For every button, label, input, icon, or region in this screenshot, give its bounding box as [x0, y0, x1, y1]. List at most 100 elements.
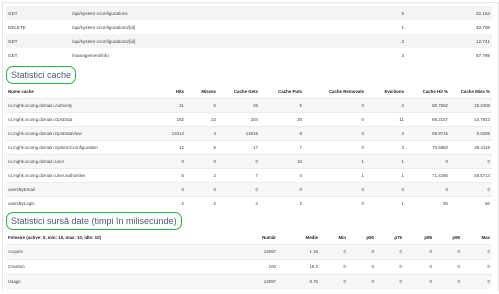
- cell-value: 0: [445, 186, 448, 192]
- cell-value: 5: [181, 172, 184, 178]
- cell-value: 28.5714: [474, 172, 490, 178]
- cell-value: 0: [181, 186, 184, 192]
- cell-value: 0: [361, 186, 364, 192]
- cell-value: 1.18: [309, 249, 318, 254]
- cell-value: 7: [255, 172, 258, 178]
- cell-value: 0: [371, 264, 374, 269]
- cell-value: 9.75: [309, 279, 318, 285]
- table-row: Usage 14097 9.75 0 0 0 0 0 0: [6, 274, 492, 289]
- cell-value: 0: [399, 249, 402, 254]
- row-label: ro.mghk.vcomg.domain.User: [8, 158, 65, 164]
- table-row: Creation 100 18.3 0 0 0 0 0 0: [6, 259, 492, 274]
- cell-value: 2: [213, 172, 216, 178]
- cell-value: 0: [399, 264, 402, 269]
- cell-value: 0: [445, 158, 448, 164]
- row-label: ro.mghk.vcomg.domain.SystemCconfiguratio…: [8, 144, 98, 150]
- column-header: Medie: [305, 234, 318, 240]
- cell-value: 0: [487, 264, 490, 269]
- cell-value: 0: [457, 249, 460, 254]
- column-header: Cache Puts: [278, 89, 302, 95]
- cell-value: 4: [299, 172, 302, 178]
- http-method: GET: [8, 10, 18, 16]
- cell-value: 0: [343, 279, 346, 285]
- cell-value: 5: [299, 102, 302, 108]
- http-path: /management/info: [72, 52, 109, 58]
- datasource-stats-table: Folosire (active: 0, min: 10, max: 10, i…: [6, 231, 492, 289]
- column-header: Număr: [262, 234, 276, 240]
- table-row: GET /api/system-cconfigurations 5 22.104: [6, 6, 492, 20]
- row-label: Creation: [8, 264, 25, 269]
- cell-value: 3: [401, 130, 404, 136]
- metrics-page: GET /api/system-cconfigurations 5 22.104…: [0, 0, 499, 294]
- cell-value: 0: [361, 102, 364, 108]
- cell-value: 3: [401, 144, 404, 150]
- cell-value: 4: [255, 200, 258, 206]
- table-row: DELETE /api/system-cconfigurations/{id} …: [6, 20, 492, 34]
- column-header: p99: [452, 234, 460, 240]
- cell-value: 0.0285: [476, 130, 490, 136]
- cell-value: 0: [343, 249, 346, 254]
- table-row: ro.mghk.vcomg.domain.User 0 0 0 10 1 1 0 0: [6, 154, 492, 168]
- cell-value: 10: [297, 158, 302, 164]
- table-row: GET /api/system-cconfigurations/{id} 2 1…: [6, 34, 492, 48]
- column-header: Hits: [175, 89, 184, 95]
- cell-value: 0: [457, 279, 460, 285]
- row-label: usersByLogin: [8, 200, 35, 206]
- cell-value: 14097: [263, 279, 276, 285]
- cell-value: 1: [401, 158, 404, 164]
- http-requests-table: GET /api/system-cconfigurations 5 22.104…: [6, 6, 492, 62]
- table-row: Acquire 14097 1.18 0 0 0 0 0 0: [6, 244, 492, 259]
- cell-value: 50: [485, 200, 490, 206]
- cell-value: 0: [361, 130, 364, 136]
- cell-value: 0: [429, 264, 432, 269]
- cell-value: 21: [179, 102, 184, 108]
- column-header: Max: [481, 234, 490, 240]
- cell-value: 14016: [245, 130, 258, 136]
- cell-value: 0: [399, 279, 402, 285]
- cell-value: 0: [429, 249, 432, 254]
- cell-value: 17: [253, 144, 258, 150]
- cell-value: 182: [176, 116, 184, 122]
- cell-value: 2: [401, 102, 404, 108]
- cell-value: 7: [299, 144, 302, 150]
- cache-section-title: Statistici cache: [6, 66, 77, 84]
- http-method: GET: [8, 52, 18, 58]
- cache-stats-table: Nume cache Hits Misses Cache Gets Cache …: [6, 86, 492, 210]
- cell-value: 5: [213, 102, 216, 108]
- cell-value: 0: [213, 186, 216, 192]
- column-header: Folosire (active: 0, min: 10, max: 10, i…: [8, 234, 101, 240]
- cell-value: 5: [213, 144, 216, 150]
- cell-value: 2: [299, 200, 302, 206]
- cell-value: 70.5882: [432, 144, 448, 150]
- cell-value: 0: [361, 144, 364, 150]
- table-row: ro.mghk.vcomg.domain.GpsDataView 14012 4 14…: [6, 126, 492, 140]
- row-label: Usage: [8, 279, 21, 285]
- http-time: 22.104: [475, 10, 490, 16]
- cell-value: 26: [253, 102, 258, 108]
- http-count: 5: [401, 10, 404, 16]
- cell-value: 8: [299, 130, 302, 136]
- http-path: /api/system-cconfigurations/{id}: [72, 24, 136, 30]
- cell-value: 80.7692: [432, 102, 448, 108]
- cell-value: 99.9715: [432, 130, 448, 136]
- column-header: Evictions: [384, 89, 404, 95]
- table-row: ro.mghk.vcomg.domain.Authority 21 5 26 5 0 2 80…: [6, 98, 492, 112]
- cell-value: 100: [268, 264, 276, 269]
- http-method: DELETE: [8, 24, 26, 30]
- cell-value: 71.4286: [432, 172, 448, 178]
- table-row: usersByEmail 0 0 0 0 0 0 0 0: [6, 182, 492, 196]
- row-label: ro.mghk.vcomg.domain.GpsData: [8, 116, 73, 122]
- cell-value: 50: [443, 200, 448, 206]
- column-header: Cache Gets: [233, 89, 258, 95]
- cell-value: 0: [487, 158, 490, 164]
- row-label: Acquire: [8, 249, 23, 254]
- cell-value: 29.4118: [474, 144, 490, 150]
- cell-value: 18.3: [309, 264, 318, 269]
- cell-value: 0: [361, 116, 364, 122]
- row-label: ro.mghk.vcomg.domain.GpsDataView: [8, 130, 82, 136]
- cell-value: 0: [361, 200, 364, 206]
- cell-value: 0: [255, 186, 258, 192]
- table-header-row: Folosire (active: 0, min: 10, max: 10, i…: [6, 231, 492, 244]
- cell-value: 0: [457, 264, 460, 269]
- cell-value: 22: [211, 116, 216, 122]
